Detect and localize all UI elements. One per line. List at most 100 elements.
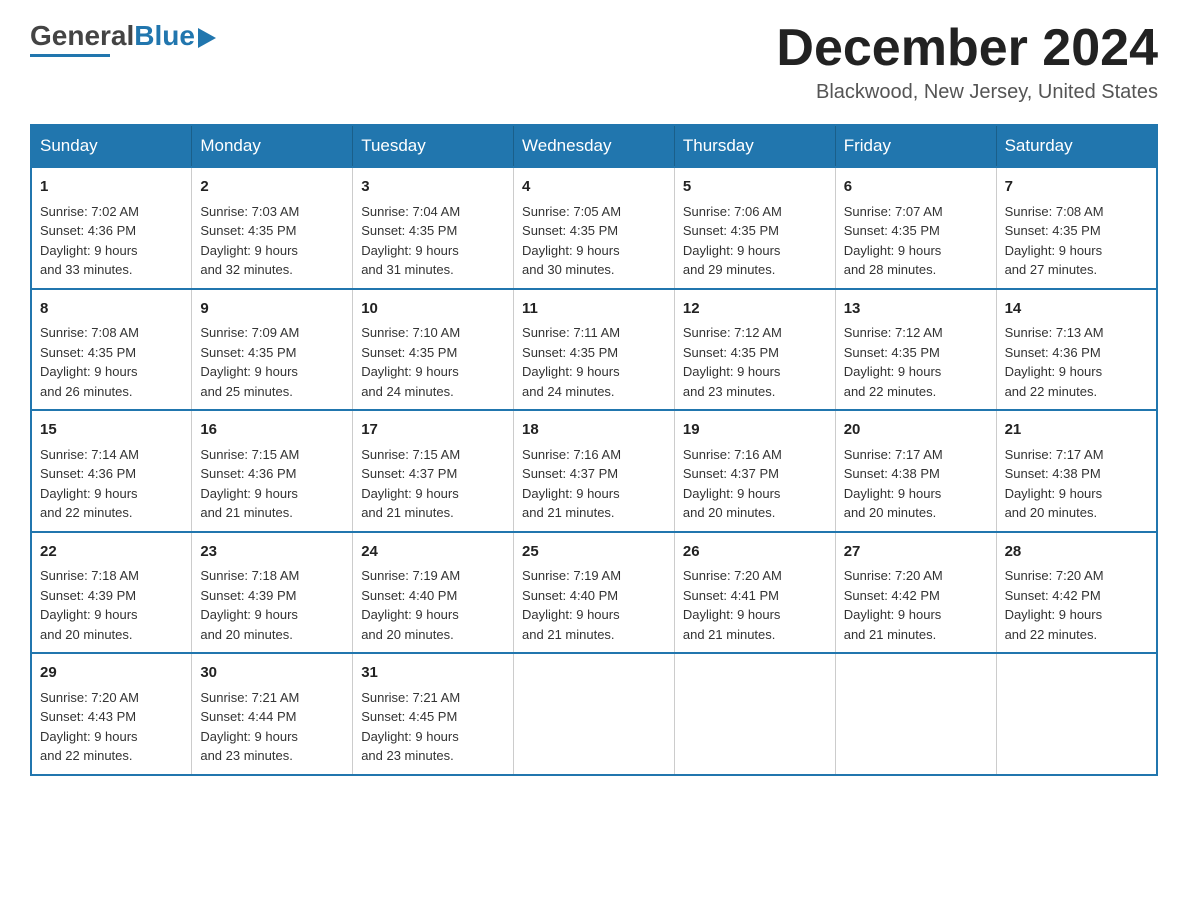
weekday-header-wednesday: Wednesday	[514, 125, 675, 167]
day-info: Sunrise: 7:12 AMSunset: 4:35 PMDaylight:…	[844, 325, 943, 399]
day-info: Sunrise: 7:18 AMSunset: 4:39 PMDaylight:…	[200, 568, 299, 642]
calendar-cell: 6 Sunrise: 7:07 AMSunset: 4:35 PMDayligh…	[835, 167, 996, 289]
calendar-cell: 11 Sunrise: 7:11 AMSunset: 4:35 PMDaylig…	[514, 289, 675, 411]
weekday-header-tuesday: Tuesday	[353, 125, 514, 167]
day-number: 26	[683, 541, 827, 564]
day-info: Sunrise: 7:20 AMSunset: 4:43 PMDaylight:…	[40, 690, 139, 764]
calendar-cell: 19 Sunrise: 7:16 AMSunset: 4:37 PMDaylig…	[674, 410, 835, 532]
day-info: Sunrise: 7:08 AMSunset: 4:35 PMDaylight:…	[40, 325, 139, 399]
day-info: Sunrise: 7:05 AMSunset: 4:35 PMDaylight:…	[522, 204, 621, 278]
day-info: Sunrise: 7:15 AMSunset: 4:37 PMDaylight:…	[361, 447, 460, 521]
day-number: 23	[200, 541, 344, 564]
title-section: December 2024 Blackwood, New Jersey, Uni…	[776, 20, 1158, 104]
calendar-cell: 30 Sunrise: 7:21 AMSunset: 4:44 PMDaylig…	[192, 653, 353, 775]
day-info: Sunrise: 7:19 AMSunset: 4:40 PMDaylight:…	[361, 568, 460, 642]
day-number: 12	[683, 298, 827, 321]
day-info: Sunrise: 7:17 AMSunset: 4:38 PMDaylight:…	[1005, 447, 1104, 521]
calendar-cell: 2 Sunrise: 7:03 AMSunset: 4:35 PMDayligh…	[192, 167, 353, 289]
day-number: 21	[1005, 419, 1148, 442]
day-info: Sunrise: 7:21 AMSunset: 4:45 PMDaylight:…	[361, 690, 460, 764]
calendar-cell	[996, 653, 1157, 775]
day-info: Sunrise: 7:14 AMSunset: 4:36 PMDaylight:…	[40, 447, 139, 521]
calendar-cell: 9 Sunrise: 7:09 AMSunset: 4:35 PMDayligh…	[192, 289, 353, 411]
calendar-cell: 23 Sunrise: 7:18 AMSunset: 4:39 PMDaylig…	[192, 532, 353, 654]
day-info: Sunrise: 7:08 AMSunset: 4:35 PMDaylight:…	[1005, 204, 1104, 278]
day-info: Sunrise: 7:20 AMSunset: 4:42 PMDaylight:…	[1005, 568, 1104, 642]
calendar-cell: 21 Sunrise: 7:17 AMSunset: 4:38 PMDaylig…	[996, 410, 1157, 532]
day-number: 11	[522, 298, 666, 321]
calendar-cell: 12 Sunrise: 7:12 AMSunset: 4:35 PMDaylig…	[674, 289, 835, 411]
day-info: Sunrise: 7:13 AMSunset: 4:36 PMDaylight:…	[1005, 325, 1104, 399]
day-info: Sunrise: 7:11 AMSunset: 4:35 PMDaylight:…	[522, 325, 620, 399]
day-number: 22	[40, 541, 183, 564]
calendar-week-row: 29 Sunrise: 7:20 AMSunset: 4:43 PMDaylig…	[31, 653, 1157, 775]
calendar-cell	[835, 653, 996, 775]
calendar-cell: 16 Sunrise: 7:15 AMSunset: 4:36 PMDaylig…	[192, 410, 353, 532]
calendar-week-row: 8 Sunrise: 7:08 AMSunset: 4:35 PMDayligh…	[31, 289, 1157, 411]
day-number: 6	[844, 176, 988, 199]
day-number: 28	[1005, 541, 1148, 564]
calendar-cell: 4 Sunrise: 7:05 AMSunset: 4:35 PMDayligh…	[514, 167, 675, 289]
calendar-header-row: SundayMondayTuesdayWednesdayThursdayFrid…	[31, 125, 1157, 167]
day-number: 20	[844, 419, 988, 442]
logo-underline	[30, 54, 110, 57]
weekday-header-saturday: Saturday	[996, 125, 1157, 167]
calendar-cell: 7 Sunrise: 7:08 AMSunset: 4:35 PMDayligh…	[996, 167, 1157, 289]
calendar-cell: 29 Sunrise: 7:20 AMSunset: 4:43 PMDaylig…	[31, 653, 192, 775]
day-number: 16	[200, 419, 344, 442]
day-number: 15	[40, 419, 183, 442]
day-info: Sunrise: 7:19 AMSunset: 4:40 PMDaylight:…	[522, 568, 621, 642]
day-number: 10	[361, 298, 505, 321]
day-number: 29	[40, 662, 183, 685]
day-info: Sunrise: 7:16 AMSunset: 4:37 PMDaylight:…	[522, 447, 621, 521]
calendar-cell: 1 Sunrise: 7:02 AMSunset: 4:36 PMDayligh…	[31, 167, 192, 289]
weekday-header-thursday: Thursday	[674, 125, 835, 167]
month-title: December 2024	[776, 20, 1158, 77]
calendar-cell: 24 Sunrise: 7:19 AMSunset: 4:40 PMDaylig…	[353, 532, 514, 654]
day-info: Sunrise: 7:03 AMSunset: 4:35 PMDaylight:…	[200, 204, 299, 278]
day-info: Sunrise: 7:09 AMSunset: 4:35 PMDaylight:…	[200, 325, 299, 399]
calendar-week-row: 22 Sunrise: 7:18 AMSunset: 4:39 PMDaylig…	[31, 532, 1157, 654]
day-number: 1	[40, 176, 183, 199]
calendar-cell: 20 Sunrise: 7:17 AMSunset: 4:38 PMDaylig…	[835, 410, 996, 532]
day-number: 7	[1005, 176, 1148, 199]
calendar-cell: 31 Sunrise: 7:21 AMSunset: 4:45 PMDaylig…	[353, 653, 514, 775]
calendar-cell: 27 Sunrise: 7:20 AMSunset: 4:42 PMDaylig…	[835, 532, 996, 654]
day-number: 14	[1005, 298, 1148, 321]
day-info: Sunrise: 7:17 AMSunset: 4:38 PMDaylight:…	[844, 447, 943, 521]
weekday-header-monday: Monday	[192, 125, 353, 167]
day-number: 24	[361, 541, 505, 564]
day-number: 8	[40, 298, 183, 321]
calendar-cell: 22 Sunrise: 7:18 AMSunset: 4:39 PMDaylig…	[31, 532, 192, 654]
day-number: 27	[844, 541, 988, 564]
calendar-cell: 14 Sunrise: 7:13 AMSunset: 4:36 PMDaylig…	[996, 289, 1157, 411]
day-number: 31	[361, 662, 505, 685]
day-number: 25	[522, 541, 666, 564]
calendar-week-row: 15 Sunrise: 7:14 AMSunset: 4:36 PMDaylig…	[31, 410, 1157, 532]
logo-arrow-icon	[198, 28, 216, 48]
logo: GeneralBlue	[30, 20, 216, 57]
day-number: 2	[200, 176, 344, 199]
calendar-cell: 5 Sunrise: 7:06 AMSunset: 4:35 PMDayligh…	[674, 167, 835, 289]
day-number: 4	[522, 176, 666, 199]
day-info: Sunrise: 7:20 AMSunset: 4:41 PMDaylight:…	[683, 568, 782, 642]
day-number: 9	[200, 298, 344, 321]
calendar-cell: 17 Sunrise: 7:15 AMSunset: 4:37 PMDaylig…	[353, 410, 514, 532]
calendar-cell: 8 Sunrise: 7:08 AMSunset: 4:35 PMDayligh…	[31, 289, 192, 411]
calendar-cell: 13 Sunrise: 7:12 AMSunset: 4:35 PMDaylig…	[835, 289, 996, 411]
calendar-cell: 18 Sunrise: 7:16 AMSunset: 4:37 PMDaylig…	[514, 410, 675, 532]
day-info: Sunrise: 7:16 AMSunset: 4:37 PMDaylight:…	[683, 447, 782, 521]
calendar-table: SundayMondayTuesdayWednesdayThursdayFrid…	[30, 124, 1158, 776]
day-info: Sunrise: 7:15 AMSunset: 4:36 PMDaylight:…	[200, 447, 299, 521]
page-header: GeneralBlue December 2024 Blackwood, New…	[30, 20, 1158, 104]
logo-blue-text: Blue	[134, 20, 195, 51]
day-number: 17	[361, 419, 505, 442]
logo-general-text: GeneralBlue	[30, 20, 216, 52]
day-number: 3	[361, 176, 505, 199]
day-info: Sunrise: 7:07 AMSunset: 4:35 PMDaylight:…	[844, 204, 943, 278]
day-info: Sunrise: 7:06 AMSunset: 4:35 PMDaylight:…	[683, 204, 782, 278]
day-info: Sunrise: 7:20 AMSunset: 4:42 PMDaylight:…	[844, 568, 943, 642]
calendar-cell: 26 Sunrise: 7:20 AMSunset: 4:41 PMDaylig…	[674, 532, 835, 654]
calendar-cell: 25 Sunrise: 7:19 AMSunset: 4:40 PMDaylig…	[514, 532, 675, 654]
day-number: 13	[844, 298, 988, 321]
